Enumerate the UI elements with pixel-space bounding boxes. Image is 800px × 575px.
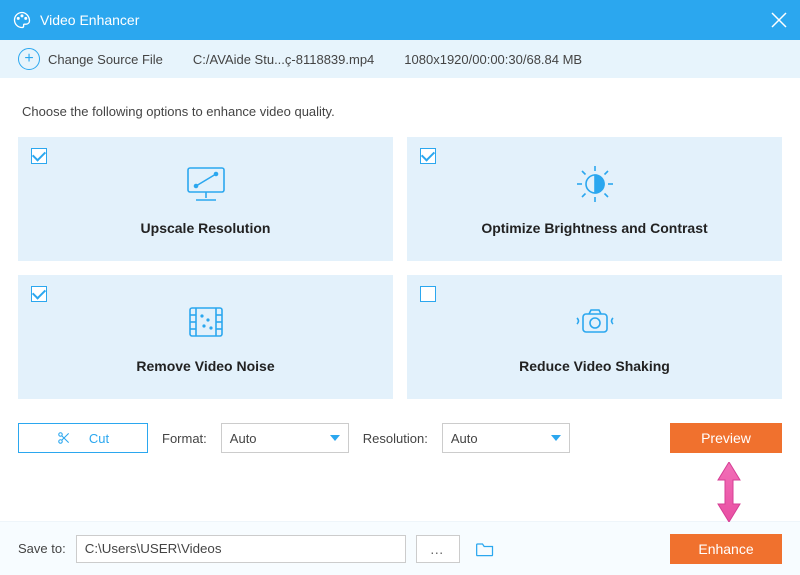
- controls-row: Cut Format: Auto Resolution: Auto Previe…: [18, 423, 782, 453]
- camera-shake-icon: [571, 300, 619, 344]
- source-bar: + Change Source File C:/AVAide Stu...ç-8…: [0, 40, 800, 78]
- sun-icon: [571, 162, 619, 206]
- open-folder-button[interactable]: [470, 535, 500, 563]
- more-label: …: [430, 541, 446, 557]
- window-title: Video Enhancer: [40, 12, 770, 28]
- palette-icon: [12, 10, 32, 30]
- format-label: Format:: [162, 431, 207, 446]
- card-label: Upscale Resolution: [141, 220, 271, 236]
- caret-down-icon: [330, 435, 340, 441]
- save-path-input[interactable]: [76, 535, 406, 563]
- close-icon[interactable]: [770, 11, 788, 29]
- instruction-text: Choose the following options to enhance …: [22, 104, 782, 119]
- format-select[interactable]: Auto: [221, 423, 349, 453]
- cut-label: Cut: [89, 431, 109, 446]
- checkbox-shaking[interactable]: [420, 286, 436, 302]
- preview-label: Preview: [701, 430, 751, 446]
- checkbox-noise[interactable]: [31, 286, 47, 302]
- checkbox-brightness[interactable]: [420, 148, 436, 164]
- titlebar: Video Enhancer: [0, 0, 800, 40]
- resolution-label: Resolution:: [363, 431, 428, 446]
- plus-icon: +: [18, 48, 40, 70]
- source-fileinfo: 1080x1920/00:00:30/68.84 MB: [404, 52, 582, 67]
- change-source-button[interactable]: + Change Source File: [18, 48, 163, 70]
- card-upscale-resolution[interactable]: Upscale Resolution: [18, 137, 393, 261]
- save-to-label: Save to:: [18, 541, 66, 556]
- card-label: Optimize Brightness and Contrast: [481, 220, 707, 236]
- option-cards: Upscale Resolution Optimize Brightness a…: [18, 137, 782, 399]
- resolution-value: Auto: [451, 431, 478, 446]
- card-remove-noise[interactable]: Remove Video Noise: [18, 275, 393, 399]
- footer-bar: Save to: … Enhance: [0, 521, 800, 575]
- card-label: Remove Video Noise: [136, 358, 274, 374]
- annotation-arrow-icon: [714, 462, 744, 522]
- card-reduce-shaking[interactable]: Reduce Video Shaking: [407, 275, 782, 399]
- more-button[interactable]: …: [416, 535, 460, 563]
- card-label: Reduce Video Shaking: [519, 358, 670, 374]
- resolution-select[interactable]: Auto: [442, 423, 570, 453]
- format-value: Auto: [230, 431, 257, 446]
- checkbox-upscale[interactable]: [31, 148, 47, 164]
- cut-button[interactable]: Cut: [18, 423, 148, 453]
- preview-button[interactable]: Preview: [670, 423, 782, 453]
- caret-down-icon: [551, 435, 561, 441]
- source-filepath: C:/AVAide Stu...ç-8118839.mp4: [193, 52, 374, 67]
- enhance-button[interactable]: Enhance: [670, 534, 782, 564]
- monitor-icon: [182, 162, 230, 206]
- scissors-icon: [57, 431, 71, 445]
- change-source-label: Change Source File: [48, 52, 163, 67]
- enhance-label: Enhance: [698, 541, 753, 557]
- main-panel: Choose the following options to enhance …: [0, 78, 800, 471]
- card-brightness-contrast[interactable]: Optimize Brightness and Contrast: [407, 137, 782, 261]
- film-icon: [182, 300, 230, 344]
